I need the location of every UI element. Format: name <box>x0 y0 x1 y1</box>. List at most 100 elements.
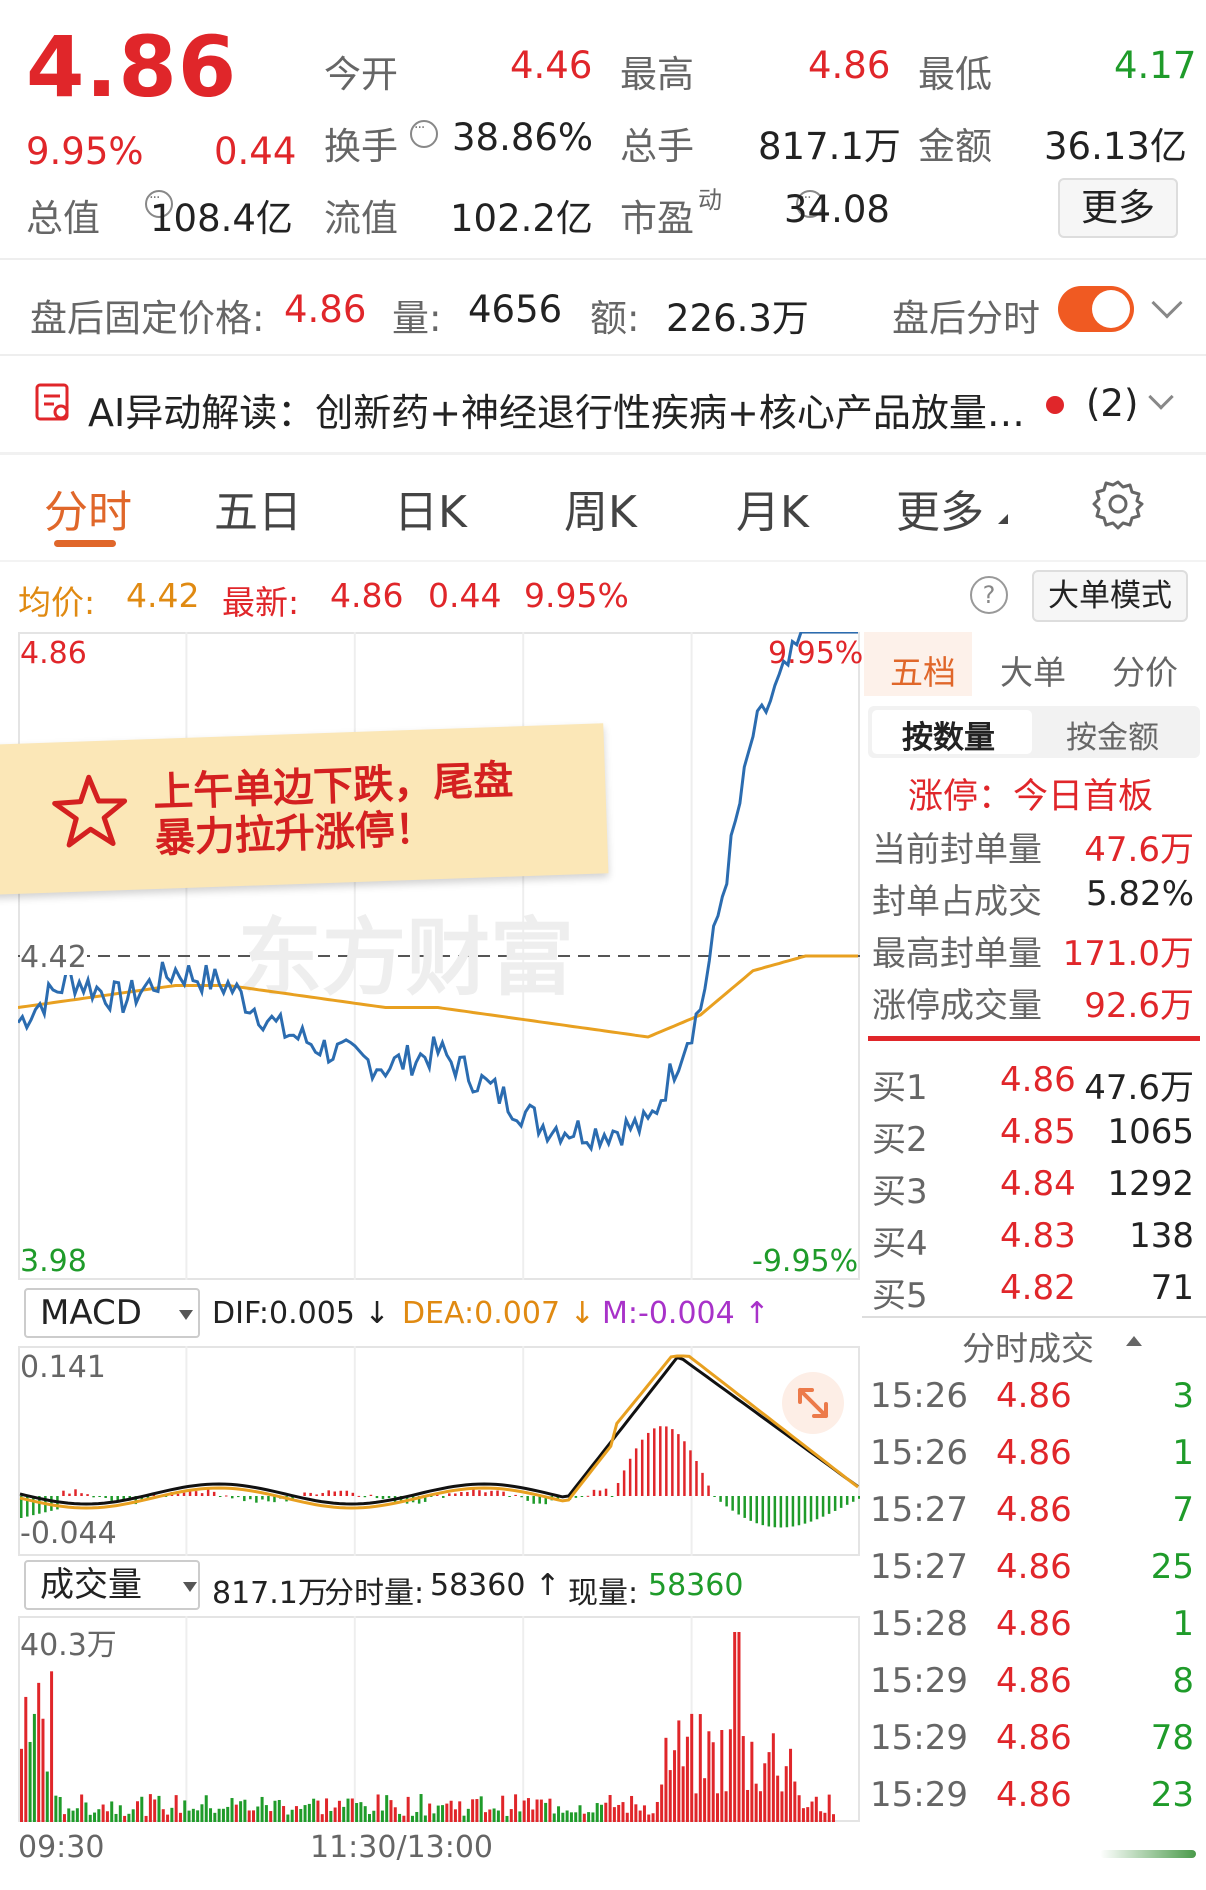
volume-bar <box>445 1803 449 1822</box>
subtab-by-amount[interactable]: 按金额 <box>1066 712 1159 757</box>
ai-analysis-count[interactable]: (2) <box>1086 382 1138 425</box>
trade-price: 4.86 <box>996 1433 1072 1473</box>
volume-bar <box>479 1796 483 1822</box>
tab-big-orders[interactable]: 大单 <box>1000 646 1066 694</box>
macd-bar <box>32 1496 35 1516</box>
tab-more[interactable]: 更多 <box>896 476 984 540</box>
bid-divider <box>868 1036 1200 1041</box>
macd-bar <box>255 1496 258 1503</box>
volume-bar <box>402 1815 406 1822</box>
macd-bar <box>327 1490 330 1496</box>
macd-bar <box>598 1490 602 1496</box>
expand-icon[interactable] <box>782 1372 844 1434</box>
metric-value: 47.6万 <box>1084 830 1194 870</box>
macd-bar <box>80 1493 83 1496</box>
help-icon[interactable]: ? <box>970 576 1008 614</box>
volume-bar <box>423 1815 427 1822</box>
macd-bar <box>520 1496 523 1498</box>
volume-bar <box>221 1808 225 1822</box>
macd-bar <box>610 1496 614 1497</box>
stat-value: 108.4亿 <box>150 197 293 240</box>
last-price: 4.86 <box>26 18 238 116</box>
tab-price-dist[interactable]: 分价 <box>1112 646 1178 694</box>
volume-bar <box>350 1798 354 1822</box>
volume-bar <box>552 1813 556 1822</box>
volume-bar <box>505 1815 509 1822</box>
tab-level5[interactable]: 五档 <box>890 646 956 694</box>
tab-monthly-k[interactable]: 月K <box>736 476 809 540</box>
chevron-down-icon[interactable] <box>1148 384 1174 410</box>
chevron-down-icon[interactable] <box>1151 287 1183 319</box>
volume-bar <box>595 1803 599 1822</box>
volume-bar <box>290 1809 294 1822</box>
after-hours-chart-label: 盘后分时 <box>892 297 1040 340</box>
volume-bar <box>501 1795 505 1822</box>
volume-bar <box>88 1814 92 1822</box>
stat-label: 最低 <box>918 53 992 96</box>
bid-volume: 71 <box>1150 1268 1194 1308</box>
volume-bar <box>466 1808 470 1822</box>
macd-bar <box>218 1496 222 1497</box>
volume-bar <box>170 1807 174 1822</box>
scroll-indicator[interactable] <box>1100 1850 1196 1858</box>
macd-bar <box>659 1426 662 1496</box>
settings-gear-icon[interactable] <box>1092 478 1144 530</box>
macd-bar <box>574 1496 578 1498</box>
volume-bar <box>406 1796 410 1822</box>
volume-bar <box>578 1805 582 1822</box>
macd-bar <box>749 1496 752 1521</box>
tab-daily-k[interactable]: 日K <box>394 476 467 540</box>
info-icon[interactable] <box>410 120 438 148</box>
macd-bar <box>514 1494 517 1496</box>
volume-bar <box>230 1798 234 1822</box>
volume-bar <box>754 1783 758 1822</box>
trade-time: 15:27 <box>870 1490 968 1530</box>
big-order-mode-button[interactable]: 大单模式 <box>1032 570 1188 622</box>
volume-indicator-select[interactable]: 成交量 <box>24 1560 200 1610</box>
macd-bar <box>815 1496 819 1520</box>
after-hours-amount: 226.3万 <box>666 297 809 340</box>
macd-bar <box>797 1496 801 1526</box>
volume-chart <box>18 1616 860 1822</box>
stat-value: 817.1万 <box>758 125 901 168</box>
volume-bar <box>660 1784 664 1822</box>
macd-bar <box>351 1492 355 1496</box>
volume-now: 58360 <box>648 1568 744 1603</box>
tab-weekly-k[interactable]: 周K <box>564 476 637 540</box>
caret-down-icon <box>178 1309 193 1320</box>
volume-bar <box>557 1806 561 1822</box>
volume-bar <box>54 1795 58 1822</box>
volume-bar <box>101 1804 105 1822</box>
volume-bar <box>462 1815 466 1822</box>
volume-bar <box>252 1810 255 1822</box>
macd-bar <box>779 1496 783 1528</box>
tab-intraday[interactable]: 分时 <box>44 476 132 540</box>
volume-bar <box>144 1815 148 1822</box>
macd-bar <box>773 1496 777 1528</box>
volume-bar <box>234 1804 238 1822</box>
ai-analysis-text[interactable]: AI异动解读：创新药+神经退行性疾病+核心产品放量… <box>88 382 1025 437</box>
volume-bar <box>591 1812 595 1822</box>
tab-five-day[interactable]: 五日 <box>214 476 302 540</box>
volume-bar <box>681 1766 685 1822</box>
volume-bar <box>58 1796 62 1822</box>
more-button[interactable]: 更多 <box>1058 178 1178 238</box>
macd-ymin: -0.044 <box>20 1516 117 1551</box>
macd-bar <box>671 1429 674 1496</box>
trades-title[interactable]: 分时成交 <box>962 1322 1094 1370</box>
volume-bar <box>41 1718 45 1822</box>
subtab-by-quantity[interactable]: 按数量 <box>902 712 995 757</box>
bid-volume: 47.6万 <box>1084 1068 1194 1108</box>
macd-indicator-select[interactable]: MACD <box>24 1288 200 1338</box>
volume-bar <box>294 1806 298 1822</box>
macd-bar <box>224 1495 228 1497</box>
bid-volume: 138 <box>1129 1216 1194 1256</box>
bid-label: 买2 <box>872 1120 928 1160</box>
macd-bar <box>339 1490 343 1496</box>
macd-bar <box>249 1496 252 1500</box>
metric-label: 最高封单量 <box>872 934 1042 974</box>
volume-bar <box>166 1814 170 1822</box>
metric-label: 涨停成交量 <box>872 986 1042 1026</box>
after-hours-toggle[interactable] <box>1058 286 1134 332</box>
macd-bar <box>839 1496 843 1508</box>
